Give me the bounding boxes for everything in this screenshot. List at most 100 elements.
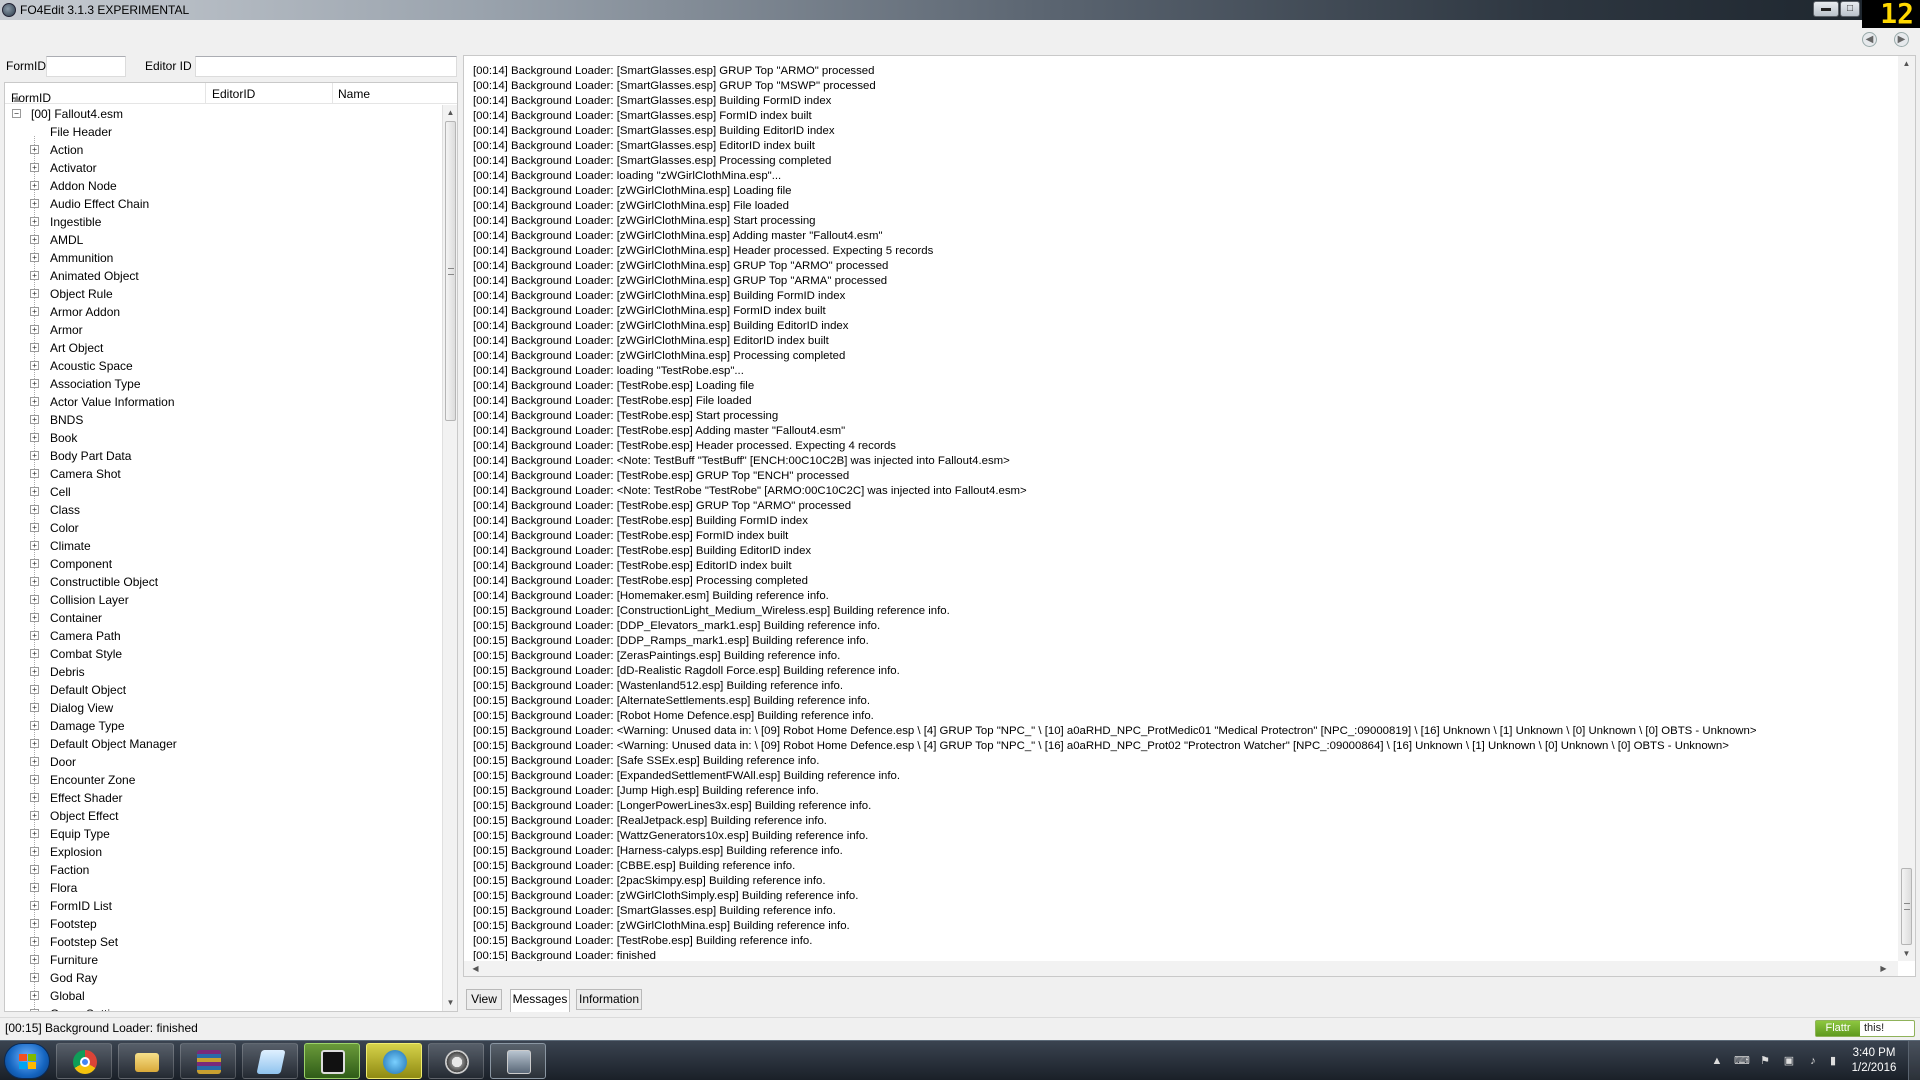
expand-icon[interactable]: + [30,397,39,406]
expand-icon[interactable]: + [30,847,39,856]
tree-item[interactable]: + Combat Style [5,645,441,663]
expand-icon[interactable]: + [30,757,39,766]
expand-icon[interactable]: + [30,919,39,928]
expand-icon[interactable]: + [30,721,39,730]
expand-icon[interactable]: + [30,415,39,424]
tree-item[interactable]: + Audio Effect Chain [5,195,441,213]
tree-item[interactable]: + Collision Layer [5,591,441,609]
tree-item[interactable]: + Global [5,987,441,1005]
expand-icon[interactable]: + [30,379,39,388]
expand-icon[interactable]: + [30,829,39,838]
collapse-icon[interactable]: − [12,109,21,118]
expand-icon[interactable]: + [30,325,39,334]
tree-item[interactable]: + Container [5,609,441,627]
expand-icon[interactable]: + [30,901,39,910]
minimize-button[interactable]: ▬ [1813,1,1839,17]
scroll-up-icon[interactable]: ▲ [1899,56,1914,71]
tree-item[interactable]: + Acoustic Space [5,357,441,375]
expand-icon[interactable]: + [30,739,39,748]
expand-icon[interactable]: + [30,289,39,298]
tree-item[interactable]: + Explosion [5,843,441,861]
expand-icon[interactable]: + [30,451,39,460]
tab-messages[interactable]: Messages [510,989,570,1012]
tree-item[interactable]: + Camera Path [5,627,441,645]
expand-icon[interactable]: + [30,793,39,802]
expand-icon[interactable]: + [30,865,39,874]
tree-item[interactable]: + Door [5,753,441,771]
tree-item[interactable]: + Actor Value Information [5,393,441,411]
taskbar-obs[interactable] [366,1043,422,1079]
expand-icon[interactable]: + [30,469,39,478]
expand-icon[interactable]: + [30,1009,39,1011]
tree-item[interactable]: + God Ray [5,969,441,987]
scroll-right-icon[interactable]: ▶ [1876,961,1891,976]
scroll-down-icon[interactable]: ▼ [443,995,458,1010]
expand-icon[interactable]: + [30,523,39,532]
tree-root[interactable]: − [00] Fallout4.esm [5,105,441,123]
tree-item[interactable]: + Furniture [5,951,441,969]
tree-item[interactable]: + Armor [5,321,441,339]
tree-item[interactable]: + Color [5,519,441,537]
tray-app-icon[interactable]: ▮ [1826,1055,1840,1067]
expand-icon[interactable]: + [30,595,39,604]
tree-item[interactable]: + Addon Node [5,177,441,195]
tree-item[interactable]: + Object Effect [5,807,441,825]
scroll-down-icon[interactable]: ▼ [1899,946,1914,961]
volume-icon[interactable]: ♪ [1806,1055,1820,1067]
tree-item[interactable]: + Art Object [5,339,441,357]
expand-icon[interactable]: + [30,199,39,208]
tree-item[interactable]: + Cell [5,483,441,501]
tree-item[interactable]: + Class [5,501,441,519]
tree-item[interactable]: + Flora [5,879,441,897]
tree-item[interactable]: File Header [5,123,441,141]
messages-hscrollbar[interactable]: ◀ ▶ [464,961,1898,976]
tree-item[interactable]: + FormID List [5,897,441,915]
expand-icon[interactable]: + [30,991,39,1000]
expand-icon[interactable]: + [30,271,39,280]
expand-icon[interactable]: + [30,631,39,640]
expand-icon[interactable]: + [30,883,39,892]
expand-icon[interactable]: + [30,811,39,820]
tree-item[interactable]: + Climate [5,537,441,555]
taskbar-notepad[interactable] [242,1043,298,1079]
tree-item[interactable]: + Footstep Set [5,933,441,951]
expand-icon[interactable]: + [30,217,39,226]
maximize-button[interactable]: □ [1840,1,1860,17]
tree-item[interactable]: + Dialog View [5,699,441,717]
tree-item[interactable]: + Object Rule [5,285,441,303]
expand-icon[interactable]: + [30,163,39,172]
tree-item[interactable]: + BNDS [5,411,441,429]
taskbar-explorer[interactable] [118,1043,174,1079]
tree-item[interactable]: + Debris [5,663,441,681]
expand-icon[interactable]: + [30,433,39,442]
taskbar-winrar[interactable] [180,1043,236,1079]
tree-item[interactable]: + Equip Type [5,825,441,843]
start-button[interactable] [4,1043,50,1079]
expand-icon[interactable]: + [30,775,39,784]
expand-icon[interactable]: + [30,649,39,658]
messages-scrollbar[interactable]: ▲ ▼ [1898,56,1915,961]
expand-icon[interactable]: + [30,559,39,568]
tree-item[interactable]: + Default Object [5,681,441,699]
column-name[interactable]: Name [338,87,370,101]
tree-item[interactable]: + Default Object Manager [5,735,441,753]
tree-item[interactable]: + Damage Type [5,717,441,735]
taskbar-video[interactable] [304,1043,360,1079]
scroll-thumb[interactable] [445,121,456,421]
tree-item[interactable]: + Animated Object [5,267,441,285]
expand-icon[interactable]: + [30,541,39,550]
tree-item[interactable]: + Ammunition [5,249,441,267]
column-editorid[interactable]: EditorID [212,87,255,101]
expand-icon[interactable]: + [30,577,39,586]
scroll-up-icon[interactable]: ▲ [443,105,458,120]
tree-item[interactable]: + Component [5,555,441,573]
editorid-input[interactable] [195,56,457,77]
expand-icon[interactable]: + [30,307,39,316]
formid-input[interactable] [46,56,126,77]
tree-item[interactable]: + Effect Shader [5,789,441,807]
tree-scrollbar[interactable]: ▲ ▼ [442,105,457,1011]
expand-icon[interactable]: + [30,181,39,190]
scroll-left-icon[interactable]: ◀ [468,961,483,976]
tree-item[interactable]: + Armor Addon [5,303,441,321]
show-desktop-button[interactable] [1908,1041,1920,1080]
